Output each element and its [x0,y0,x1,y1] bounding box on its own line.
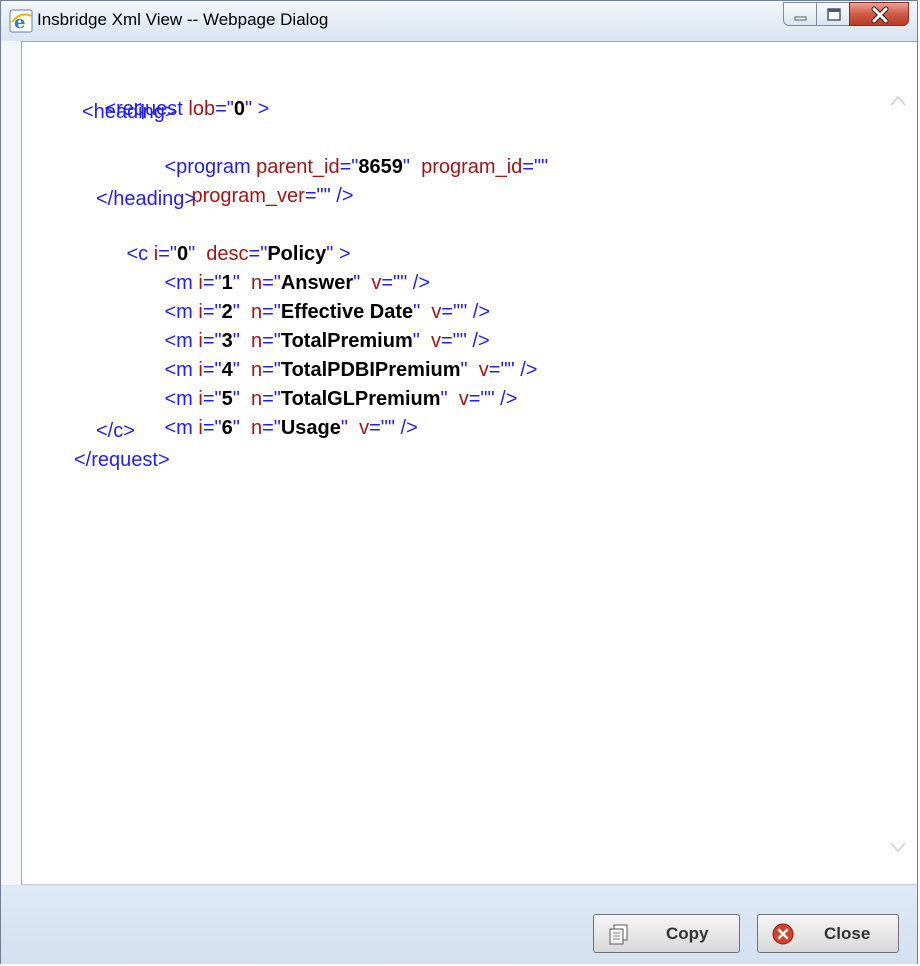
xml-value: "" [533,156,549,178]
xml-value: "" [316,185,331,207]
close-button[interactable]: Close [757,914,899,953]
xml-value: 0 [233,98,246,120]
title-bar[interactable]: e Insbridge Xml View -- Webpage Dialog [1,1,917,41]
xml-line-c-close: </c> [96,420,135,442]
xml-value: Usage [280,417,341,439]
window-close-button[interactable] [849,2,909,26]
xml-line-heading-open: <heading> [82,101,177,123]
close-button-label: Close [824,924,871,943]
copy-button-label: Copy [666,924,709,943]
button-bar: Copy Close [1,886,917,964]
xml-attr: program_id [421,156,523,178]
copy-icon [609,924,628,945]
xml-tag-end: > [252,98,270,120]
window-controls [783,2,909,28]
xml-tag-end: /> [330,185,354,207]
maximize-button[interactable] [816,2,850,26]
scroll-up-arrow-icon[interactable] [889,92,907,110]
copy-button[interactable]: Copy [593,914,740,953]
xml-line-request-close: </request> [74,449,170,471]
xml-value: 8659 [358,156,403,178]
xml-value: 6 [221,417,233,439]
window-title: Insbridge Xml View -- Webpage Dialog [37,10,329,29]
minimize-button[interactable] [783,2,817,26]
close-x-icon [871,6,889,24]
ie-icon: e [9,9,33,33]
scroll-down-arrow-icon[interactable] [889,838,907,856]
left-border-strip [1,41,21,885]
maximize-icon [827,8,841,21]
minimize-icon [794,16,807,21]
xml-line-heading-close: </heading> [96,188,197,210]
dialog-window: e Insbridge Xml View -- Webpage Dialog <… [0,0,918,964]
close-circle-icon [772,923,794,945]
xml-attr: program_ver [191,185,305,207]
xml-content-pane[interactable]: <request lob="0" > <heading> <program pa… [21,41,917,885]
xml-attr: lob [188,98,216,120]
xml-eq: =" [215,98,234,120]
